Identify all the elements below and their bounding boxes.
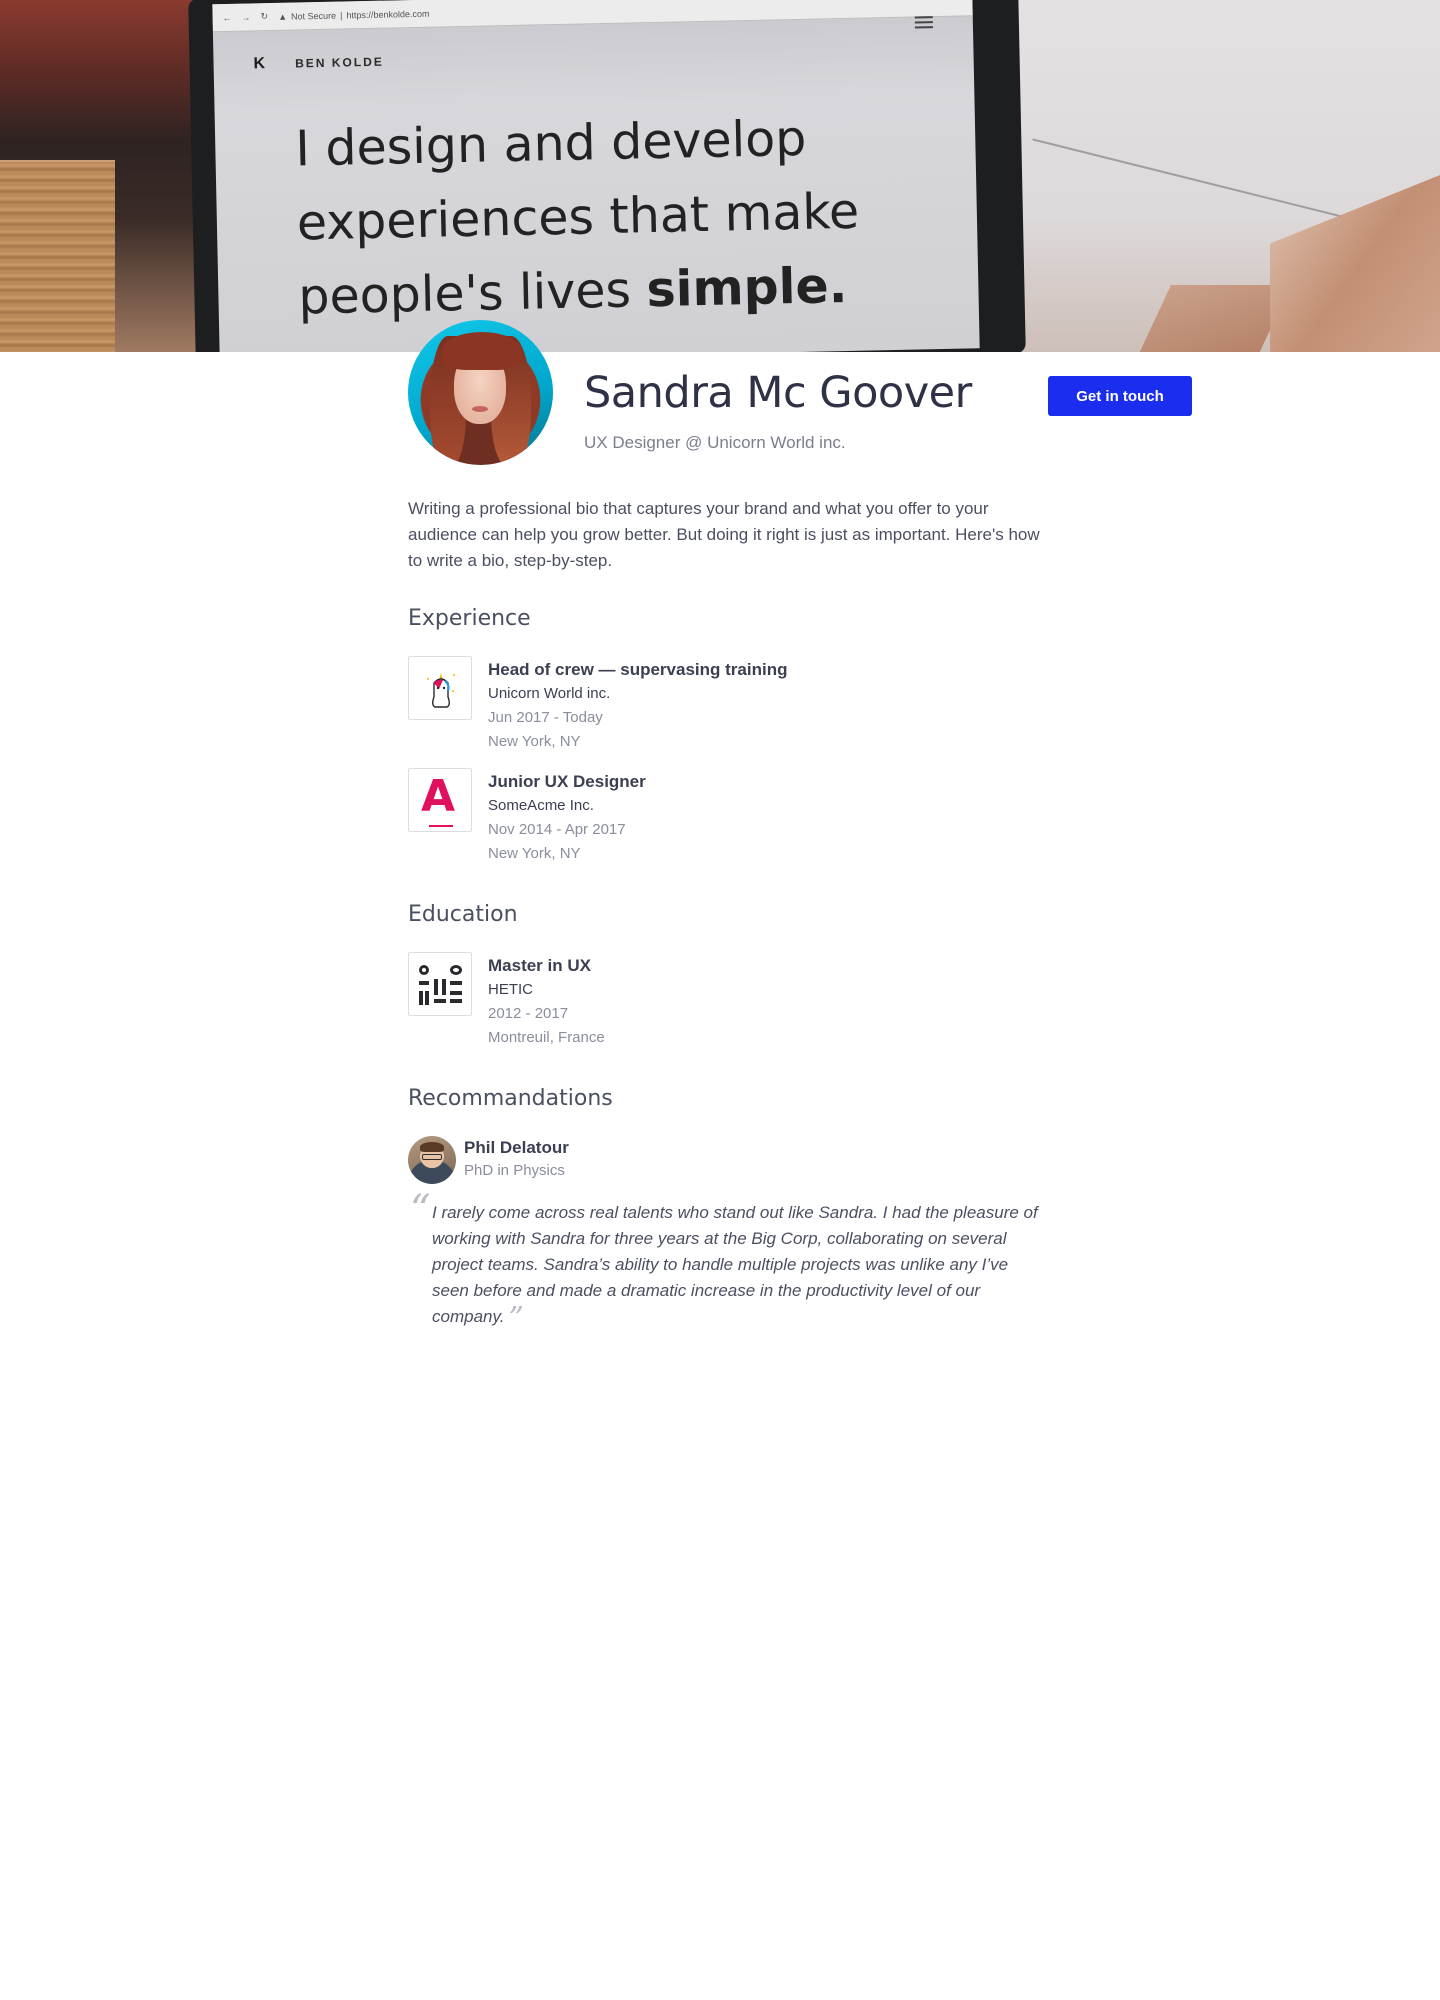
hamburger-menu-icon: [914, 13, 933, 31]
hero-tagline-line2: experiences that make: [296, 182, 860, 252]
experience-item-text: Junior UX Designer SomeAcme Inc. Nov 201…: [488, 770, 646, 866]
recommender-avatar-glasses: [422, 1154, 442, 1160]
education-heading: Education: [408, 902, 518, 927]
profile-bio: Writing a professional bio that captures…: [408, 499, 1040, 570]
hero-brand-logo: K: [253, 55, 266, 73]
hero-tagline-line1: I design and develop: [294, 109, 807, 178]
experience-role: Head of crew — supervasing training: [488, 660, 788, 679]
hero-laptop-screen: ← → ↻ ▲ Not Secure | https://benkolde.co…: [212, 0, 980, 352]
acme-logo-icon: A: [408, 768, 472, 832]
recommendations-heading: Recommandations: [408, 1086, 613, 1111]
experience-item: Head of crew — supervasing training Unic…: [408, 656, 1048, 766]
education-dates: 2012 - 2017: [488, 1005, 569, 1022]
acme-letter-icon: A: [421, 771, 456, 822]
hero-browser-bar: ← → ↻ ▲ Not Secure | https://benkolde.co…: [212, 0, 973, 33]
experience-location: New York, NY: [488, 733, 581, 750]
education-item: Master in UX HETIC 2012 - 2017 Montreuil…: [408, 952, 1048, 1062]
experience-heading: Experience: [408, 606, 531, 631]
experience-item-text: Head of crew — supervasing training Unic…: [488, 658, 787, 754]
get-in-touch-button[interactable]: Get in touch: [1048, 376, 1192, 416]
education-item-text: Master in UX HETIC 2012 - 2017 Montreuil…: [488, 954, 605, 1050]
recommender-avatar-hair: [420, 1142, 444, 1152]
experience-role: Junior UX Designer: [488, 772, 646, 791]
recommender-name: Phil Delatour: [464, 1138, 569, 1157]
experience-company: Unicorn World inc.: [488, 685, 611, 702]
recommender-subtitle: PhD in Physics: [464, 1162, 565, 1179]
hero-tagline-line3-bold: simple.: [645, 256, 848, 319]
profile-title: UX Designer @ Unicorn World inc.: [584, 433, 846, 452]
back-arrow-icon: ←: [222, 12, 232, 23]
quote-open-icon: “: [410, 1187, 431, 1233]
experience-company: SomeAcme Inc.: [488, 797, 594, 814]
hero-tagline-line3-regular: people's lives: [297, 261, 648, 326]
hero-browser-url: ▲ Not Secure | https://benkolde.com: [278, 8, 430, 21]
experience-item: A Junior UX Designer SomeAcme Inc. Nov 2…: [408, 768, 1048, 878]
hero-banner: ← → ↻ ▲ Not Secure | https://benkolde.co…: [0, 0, 1440, 352]
experience-dates: Jun 2017 - Today: [488, 709, 603, 726]
hero-wood-block: [0, 162, 115, 352]
recommendation-quote: I rarely come across real talents who st…: [432, 1200, 1042, 1334]
acme-underline-icon: [429, 825, 453, 827]
hero-tagline-line3: people's lives simple.: [298, 247, 939, 334]
quote-close-icon: ”: [508, 1301, 524, 1336]
hetic-logo-icon: [408, 952, 472, 1016]
experience-dates: Nov 2014 - Apr 2017: [488, 821, 626, 838]
unicorn-icon: [427, 673, 455, 708]
unicorn-logo-icon: [408, 656, 472, 720]
hero-browser-divider: |: [339, 10, 343, 21]
hetic-mark-icon: [419, 965, 463, 1007]
education-school: HETIC: [488, 981, 533, 998]
hero-brand-name: BEN KOLDE: [294, 54, 384, 71]
hero-tagline: I design and develop experiences that ma…: [295, 99, 940, 334]
recommender-avatar: [408, 1136, 456, 1184]
avatar-hair-top: [442, 332, 522, 370]
hero-laptop: ← → ↻ ▲ Not Secure | https://benkolde.co…: [188, 0, 1026, 352]
warning-icon: ▲: [278, 11, 288, 22]
education-location: Montreuil, France: [488, 1029, 605, 1046]
reload-icon: ↻: [260, 11, 269, 22]
avatar-lips: [472, 406, 488, 412]
hero-brand-row: K BEN KOLDE: [253, 53, 384, 74]
profile-name: Sandra Mc Goover: [584, 368, 972, 418]
hero-browser-address: https://benkolde.com: [346, 8, 430, 20]
education-degree: Master in UX: [488, 956, 591, 975]
hero-browser-security: Not Secure: [290, 10, 337, 22]
forward-arrow-icon: →: [241, 11, 251, 23]
profile-avatar: [408, 320, 553, 465]
experience-location: New York, NY: [488, 845, 581, 862]
